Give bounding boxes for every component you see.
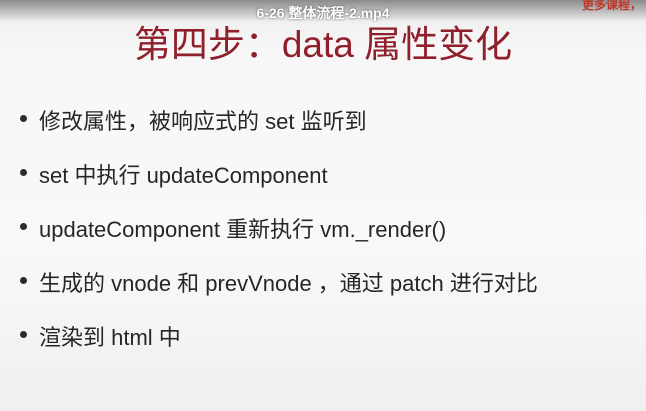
bullet-dot-icon bbox=[20, 169, 27, 176]
bullet-item: 修改属性，被响应式的 set 监听到 bbox=[20, 104, 538, 158]
bullet-text: 生成的 vnode 和 prevVnode ，通过 patch 进行对比 bbox=[39, 271, 538, 296]
bullet-text: 修改属性，被响应式的 set 监听到 bbox=[39, 109, 367, 134]
bullet-dot-icon bbox=[20, 115, 27, 122]
bullet-dot-icon bbox=[20, 277, 27, 284]
bullet-dot-icon bbox=[20, 331, 27, 338]
bullet-item: updateComponent 重新执行 vm._render() bbox=[20, 212, 538, 266]
bullet-text: 渲染到 html 中 bbox=[39, 325, 181, 350]
bullet-text: updateComponent 重新执行 vm._render() bbox=[39, 217, 447, 242]
bullet-item: set 中执行 updateComponent bbox=[20, 158, 538, 212]
bullet-list: 修改属性，被响应式的 set 监听到 set 中执行 updateCompone… bbox=[20, 104, 538, 374]
slide-title: 第四步：data 属性变化 bbox=[133, 24, 513, 65]
bullet-item: 生成的 vnode 和 prevVnode ，通过 patch 进行对比 bbox=[20, 266, 538, 320]
bullet-dot-icon bbox=[20, 223, 27, 230]
corner-watermark: 更多课程， bbox=[581, 0, 642, 12]
bullet-item: 渲染到 html 中 bbox=[20, 320, 538, 374]
bullet-text: set 中执行 updateComponent bbox=[39, 163, 328, 188]
